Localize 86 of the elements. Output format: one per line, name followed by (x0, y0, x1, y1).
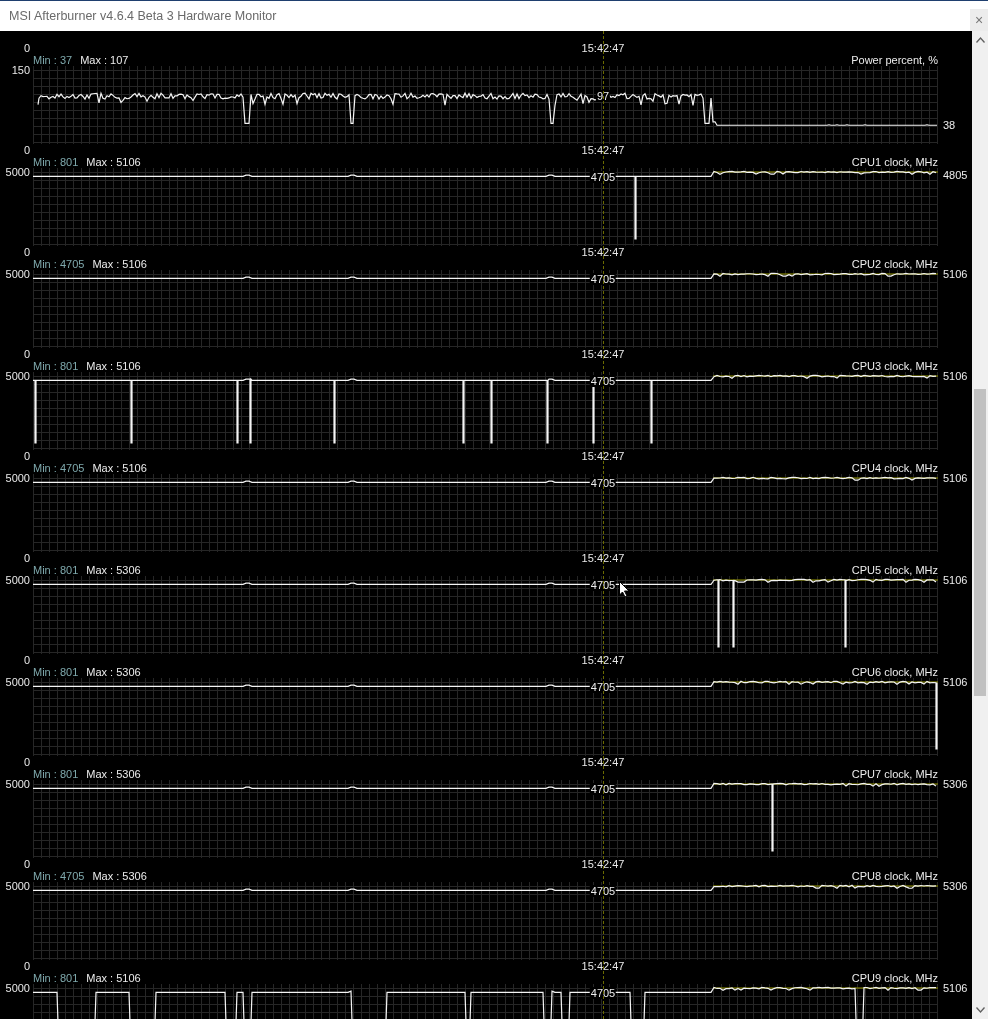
scroll-down-icon[interactable] (975, 1007, 985, 1013)
axis-min-label: 0 (23, 552, 31, 564)
min-reading: Min : 801 (33, 360, 79, 372)
time-label: 15:42:47 (581, 552, 625, 564)
graph-title: CPU3 clock, MHz (851, 360, 938, 372)
scrollbar[interactable] (972, 31, 988, 1019)
current-reading: 4805 (943, 168, 968, 181)
current-reading: 5106 (943, 268, 968, 280)
current-reading: 5106 (943, 676, 968, 688)
axis-max-label: 5000 (5, 370, 31, 382)
min-reading: Min : 801 (33, 156, 79, 168)
graph-title: CPU5 clock, MHz (851, 564, 938, 576)
time-label: 15:42:47 (581, 450, 625, 462)
axis-max-label: 5000 (5, 268, 31, 280)
axis-min-label: 0 (23, 42, 31, 54)
current-reading: 5306 (943, 778, 968, 790)
min-reading: Min : 801 (33, 972, 79, 984)
max-reading: Max : 5306 (86, 768, 141, 780)
cursor-reading: 4705 (589, 783, 617, 795)
max-reading: Max : 5106 (86, 972, 141, 984)
current-reading: 5306 (943, 880, 968, 892)
time-label: 15:42:47 (581, 858, 625, 870)
axis-max-label: 5000 (5, 472, 31, 484)
min-reading: Min : 801 (33, 666, 79, 678)
axis-min-label: 0 (23, 348, 31, 360)
current-reading: 5106 (943, 982, 968, 994)
max-reading: Max : 5106 (92, 462, 147, 474)
min-reading: Min : 4705 (33, 258, 85, 270)
axis-min-label: 0 (23, 144, 31, 156)
cursor-reading: 4705 (589, 171, 617, 183)
max-reading: Max : 5106 (86, 156, 141, 168)
cursor-reading: 4705 (589, 477, 617, 489)
time-label: 15:42:47 (581, 144, 625, 156)
max-reading: Max : 107 (80, 54, 129, 66)
axis-max-label: 5000 (5, 778, 31, 790)
min-reading: Min : 801 (33, 564, 79, 576)
min-reading: Min : 4705 (33, 462, 85, 474)
axis-max-label: 5000 (5, 880, 31, 892)
axis-max-label: 5000 (5, 676, 31, 688)
max-reading: Max : 5106 (92, 258, 147, 270)
cursor-reading: 97 (595, 90, 611, 102)
max-reading: Max : 5306 (86, 666, 141, 678)
current-reading: 5106 (943, 370, 968, 382)
axis-min-label: 0 (23, 246, 31, 258)
cursor-reading: 4705 (589, 273, 617, 285)
min-reading: Min : 37 (33, 54, 73, 66)
axis-max-label: 150 (11, 64, 31, 76)
axis-min-label: 0 (23, 960, 31, 972)
axis-max-label: 5000 (5, 982, 31, 994)
scrollbar-thumb[interactable] (974, 389, 986, 696)
graph-title: CPU4 clock, MHz (851, 462, 938, 474)
time-label: 15:42:47 (581, 348, 625, 360)
cursor-reading: 4705 (589, 987, 617, 999)
cursor-reading: 4705 (589, 885, 617, 897)
max-reading: Max : 5306 (86, 564, 141, 576)
time-label: 15:42:47 (581, 960, 625, 972)
min-reading: Min : 4705 (33, 870, 85, 882)
scroll-up-icon[interactable] (975, 37, 985, 43)
current-reading: 38 (943, 119, 956, 132)
time-label: 15:42:47 (581, 654, 625, 666)
cursor-reading: 4705 (589, 681, 617, 693)
time-label: 15:42:47 (581, 42, 625, 54)
max-reading: Max : 5306 (92, 870, 147, 882)
axis-min-label: 0 (23, 654, 31, 666)
axis-min-label: 0 (23, 756, 31, 768)
current-reading: 5106 (943, 574, 968, 586)
min-reading: Min : 801 (33, 768, 79, 780)
graph-title: Power percent, % (851, 54, 938, 66)
graph-title: CPU8 clock, MHz (851, 870, 938, 882)
graph-title: CPU2 clock, MHz (851, 258, 938, 270)
axis-min-label: 0 (23, 858, 31, 870)
cursor-reading: 4705 (589, 579, 617, 591)
graph-title: CPU7 clock, MHz (851, 768, 938, 780)
time-label: 15:42:47 (581, 756, 625, 768)
close-button[interactable]: × (970, 9, 988, 31)
window-title: MSI Afterburner v4.6.4 Beta 3 Hardware Monitor (9, 9, 277, 23)
graph-title: CPU9 clock, MHz (851, 972, 938, 984)
axis-max-label: 5000 (5, 166, 31, 178)
axis-min-label: 0 (23, 450, 31, 462)
max-reading: Max : 5106 (86, 360, 141, 372)
cursor-reading: 4705 (589, 375, 617, 387)
graph-title: CPU6 clock, MHz (851, 666, 938, 678)
current-reading: 5106 (943, 472, 968, 484)
graph-title: CPU1 clock, MHz (851, 156, 938, 168)
time-label: 15:42:47 (581, 246, 625, 258)
axis-max-label: 5000 (5, 574, 31, 586)
